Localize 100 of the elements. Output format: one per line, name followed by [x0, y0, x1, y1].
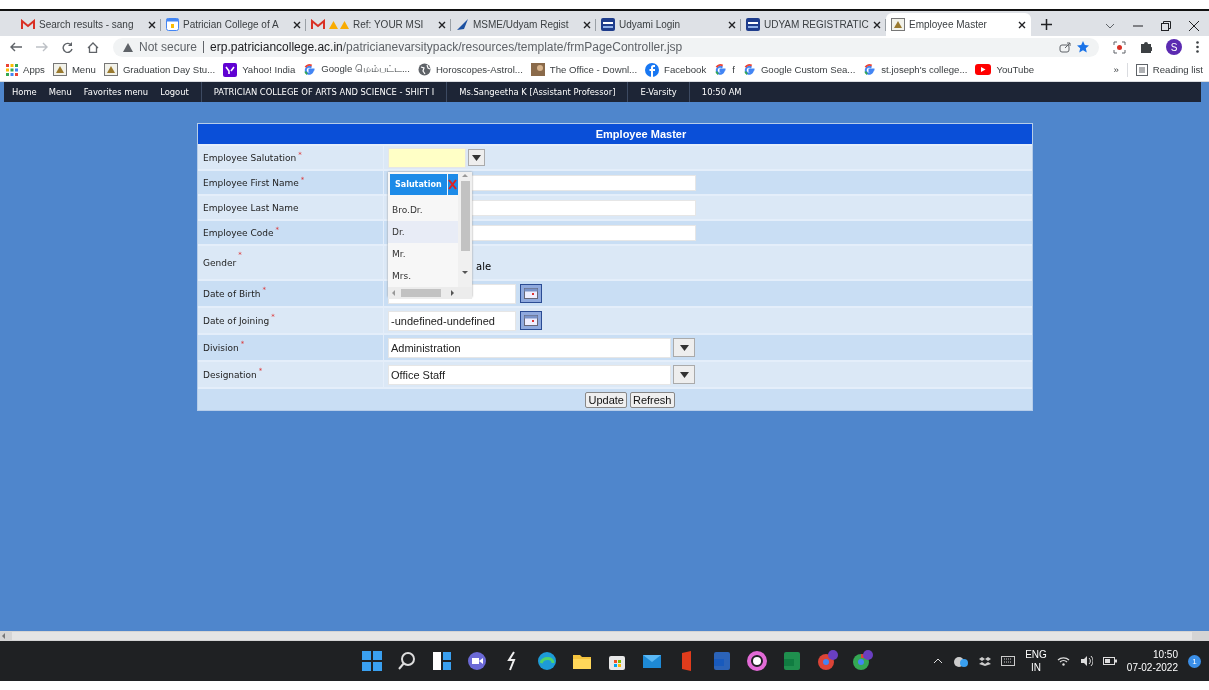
browser-tab[interactable]: Ref: YOUR MSI [306, 13, 451, 36]
caret-down-icon [472, 154, 481, 161]
nav-link[interactable]: Logout [160, 87, 189, 97]
close-icon[interactable] [293, 20, 301, 29]
nav-info-text: Ms.Sangeetha K [Assistant Professor] [459, 87, 616, 97]
field-label: Designation [203, 369, 257, 380]
browser-profile-icon[interactable] [850, 649, 874, 673]
browser-profile-icon[interactable] [815, 649, 839, 673]
close-icon[interactable] [873, 20, 881, 29]
cross-icon [448, 179, 458, 190]
widgets-panel-icon[interactable] [430, 649, 454, 673]
list-option[interactable]: Bro.Dr. [388, 199, 458, 221]
field-label: Gender [203, 257, 237, 268]
back-arrow-icon[interactable] [10, 42, 22, 52]
bookmark[interactable]: Google மெம்பட்ட... [303, 63, 410, 76]
bookmark[interactable]: YouTube [975, 64, 1035, 75]
calendar-icon [524, 288, 538, 299]
google-logo-icon [714, 63, 728, 76]
language-indicator[interactable]: ENG IN [1025, 648, 1047, 674]
form-button[interactable]: Update [585, 391, 627, 408]
bookmark[interactable]: Menu [52, 63, 96, 76]
nav-link[interactable]: Favorites menu [83, 87, 149, 97]
browser-tab[interactable]: Employee Master [886, 13, 1031, 36]
envelope-icon [21, 19, 35, 30]
clear-button[interactable] [447, 174, 458, 195]
browser-tab[interactable]: MSME/Udyam Regist [451, 13, 596, 36]
clock[interactable]: 10:50 07-02-2022 [1126, 648, 1178, 674]
bookmark[interactable]: Google Custom Sea... [742, 63, 856, 76]
browser-tab[interactable]: Patrician College of A [161, 13, 306, 36]
url-text: erp.patriciancollege.ac.in/patricianevarsitypack/resources/template/frmPageController.jsp [210, 40, 683, 54]
browser-tab[interactable]: UDYAM REGISTRATIC [741, 13, 886, 36]
date-input[interactable]: -undefined-undefined [388, 310, 516, 331]
color-ring-icon[interactable] [745, 649, 769, 673]
share-icon[interactable] [1059, 41, 1071, 53]
wifi-icon[interactable] [1056, 656, 1070, 666]
select-field[interactable]: Office Staff [388, 364, 671, 385]
puzzle-piece-icon[interactable] [1140, 41, 1152, 53]
battery-icon[interactable] [1102, 657, 1117, 665]
bookmark[interactable]: Horoscopes-Astrol... [417, 63, 523, 76]
nav-info-text: 10:50 AM [701, 87, 742, 97]
dropdown-button[interactable] [468, 149, 485, 166]
field-label: Employee Last Name [203, 202, 299, 213]
bookmark[interactable]: Apps [6, 63, 45, 76]
cloud-icon[interactable] [953, 655, 970, 667]
close-icon[interactable] [1189, 21, 1199, 31]
bookmark[interactable]: st.joseph's college... [863, 63, 968, 76]
field-label: Employee First Name [203, 177, 299, 188]
restore-icon[interactable] [1161, 21, 1171, 31]
dropdown-button[interactable] [673, 365, 695, 384]
address-bar[interactable]: Not secure erp.patriciancollege.ac.in/patricianevarsitypack/resources/template/frmPageController.jsp [113, 37, 1099, 57]
list-option[interactable]: Dr. [388, 221, 458, 243]
start-button-icon[interactable] [360, 649, 384, 673]
dropdown-button[interactable] [673, 338, 695, 357]
home-icon[interactable] [87, 41, 99, 53]
form-button[interactable]: Refresh [629, 391, 675, 408]
calendar-button[interactable] [520, 311, 542, 330]
profile-avatar[interactable]: S [1166, 39, 1182, 55]
star-icon[interactable] [1077, 41, 1089, 53]
list-option[interactable]: Mr. [388, 243, 458, 265]
browser-tab[interactable]: Search results - sang [16, 13, 161, 36]
calendar-button[interactable] [520, 284, 542, 303]
select-field[interactable]: Administration [388, 337, 671, 358]
list-header: Salutation [390, 174, 447, 195]
field-label: Employee Salutation [203, 152, 297, 163]
close-icon[interactable] [438, 20, 446, 29]
overflow-chevron[interactable]: » [1113, 64, 1119, 75]
browser-tab[interactable]: Udyami Login [596, 13, 741, 36]
form-title-bar: Employee Master [198, 124, 1032, 144]
reload-icon[interactable] [62, 41, 73, 53]
nav-link[interactable]: Home [12, 87, 37, 97]
browser-wave-icon[interactable] [535, 649, 559, 673]
reading-list-button[interactable]: Reading list [1135, 63, 1203, 76]
crest-icon [52, 63, 67, 76]
more-options-icon[interactable] [1196, 41, 1199, 53]
bookmark[interactable]: f [714, 63, 735, 76]
window-icon [601, 18, 615, 31]
list-option[interactable]: Mrs. [388, 265, 458, 287]
facebook-logo-icon [645, 62, 660, 77]
bookmark[interactable]: Graduation Day Stu... [103, 63, 216, 76]
bookmark[interactable]: The Office - Downl... [530, 63, 638, 76]
speaker-icon[interactable] [1079, 656, 1093, 666]
new-tab-plus-icon[interactable] [1041, 19, 1052, 30]
apps-grid-icon [6, 63, 18, 76]
dropbox-icon[interactable] [979, 656, 992, 666]
google-logo-icon [303, 63, 317, 76]
nav-link[interactable]: Menu [48, 87, 72, 97]
caret-down-icon [679, 344, 689, 351]
screen-capture-icon[interactable] [1113, 40, 1126, 54]
field-label: Employee Code [203, 227, 274, 238]
chevron-up-icon[interactable] [933, 658, 944, 664]
close-icon[interactable] [1018, 20, 1026, 29]
calendar-icon [524, 315, 538, 326]
keyboard-icon[interactable] [1001, 656, 1016, 666]
chevron-down-icon[interactable] [1105, 23, 1115, 29]
close-icon[interactable] [728, 20, 736, 29]
close-icon[interactable] [583, 20, 591, 29]
video-chat-icon[interactable] [465, 649, 489, 673]
bookmark[interactable]: Yahoo! India [223, 62, 296, 77]
close-icon[interactable] [148, 20, 156, 29]
bookmark[interactable]: Facebook [645, 62, 707, 77]
